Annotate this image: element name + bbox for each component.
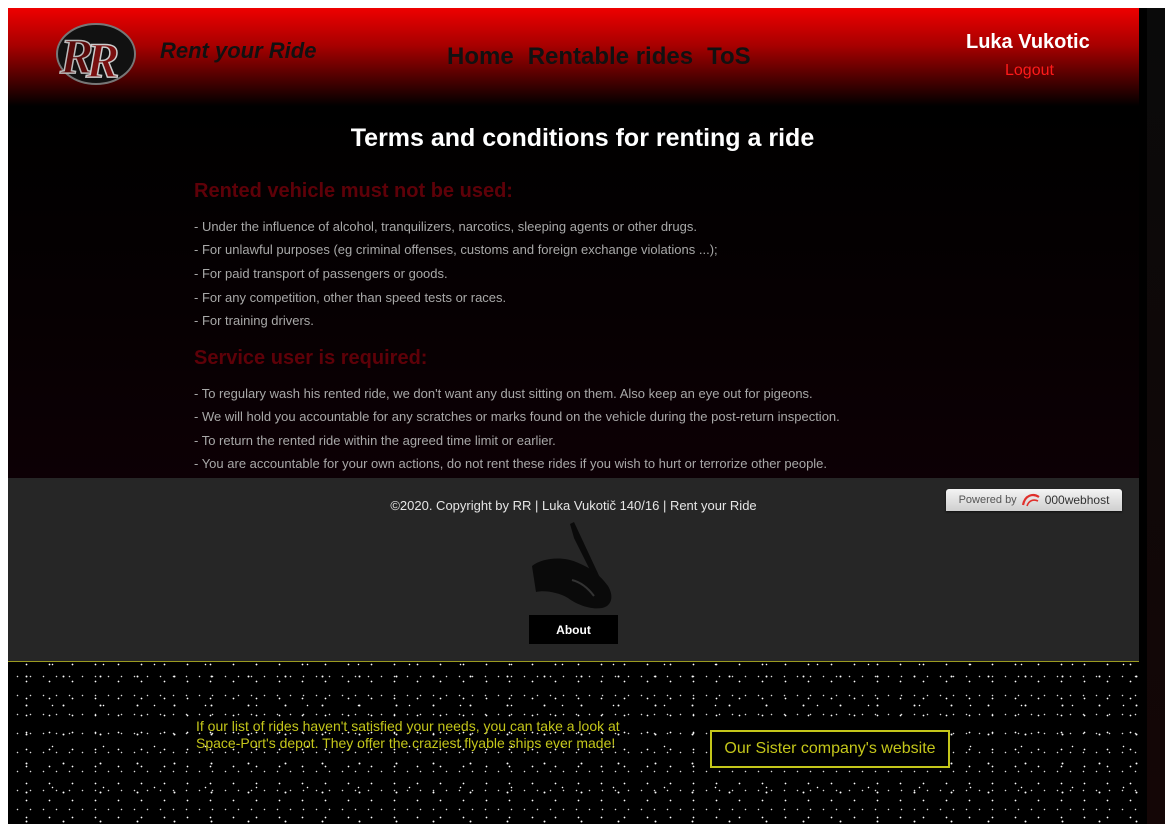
badge-brand: 000webhost (1044, 493, 1110, 507)
rule-item: - For training drivers. (194, 313, 314, 328)
main-nav: Home Rentable rides ToS (447, 43, 751, 71)
nav-rentable-rides[interactable]: Rentable rides (528, 43, 693, 71)
rule-item: - You are accountable for your own actio… (194, 456, 828, 471)
badge-prefix: Powered by (958, 494, 1017, 506)
brand-name: Rent your Ride (160, 38, 317, 63)
rule-item: - To return the rented ride within the a… (194, 433, 556, 448)
about-button[interactable]: About (529, 615, 618, 644)
section-heading-restrictions: Rented vehicle must not be used: (194, 180, 513, 202)
site-header: R R Rent your Ride Home Rentable rides T… (8, 8, 1139, 106)
tos-content: Terms and conditions for renting a ride … (8, 106, 1139, 478)
rule-item: - For any competition, other than speed … (194, 290, 507, 305)
nav-home[interactable]: Home (447, 43, 514, 71)
rule-item: - Under the influence of alcohol, tranqu… (194, 219, 697, 234)
svg-text:R: R (85, 32, 119, 85)
user-name: Luka Vukotic (966, 31, 1090, 53)
logout-link[interactable]: Logout (1005, 62, 1054, 80)
rule-item: - For paid transport of passengers or go… (194, 266, 448, 281)
hand-writing-icon (532, 522, 612, 609)
site-footer: ©2020. Copyright by RR | Luka Vukotič 14… (8, 478, 1139, 661)
sister-company-text: If our list of rides haven't satisfied y… (196, 718, 620, 751)
rule-item: - We will hold you accountable for any s… (194, 409, 840, 424)
rr-logo-icon[interactable]: R R (56, 23, 136, 85)
000webhost-swirl-icon (1021, 494, 1040, 507)
page-frame: R R Rent your Ride Home Rentable rides T… (8, 8, 1165, 824)
page-title: Terms and conditions for renting a ride (350, 124, 815, 152)
rule-item: - For unlawful purposes (eg criminal off… (194, 242, 718, 257)
powered-by-badge[interactable]: Powered by 000webhost (946, 489, 1122, 511)
sister-company-section: If our list of rides haven't satisfied y… (8, 661, 1139, 824)
nav-tos[interactable]: ToS (707, 43, 751, 71)
section-heading-requirements: Service user is required: (194, 347, 428, 369)
rule-item: - To regulary wash his rented ride, we d… (194, 386, 813, 401)
sister-company-button[interactable]: Our Sister company's website (710, 730, 950, 768)
